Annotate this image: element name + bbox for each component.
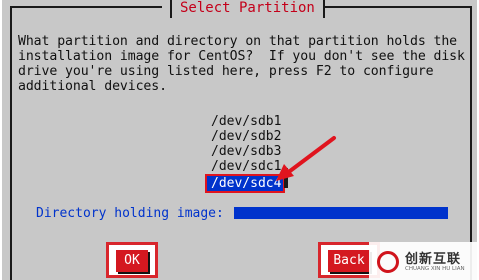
watermark-text: 创新互联	[405, 252, 462, 267]
dialog-description: What partition and directory on that par…	[18, 34, 468, 94]
directory-input[interactable]	[234, 207, 448, 219]
ok-button[interactable]: OK	[106, 242, 158, 278]
directory-label: Directory holding image:	[36, 206, 224, 221]
watermark-logo-icon	[377, 251, 399, 273]
back-button-label: Back	[328, 250, 370, 272]
dialog-frame-right	[470, 6, 472, 280]
dialog-frame-top-right	[316, 6, 472, 8]
dialog-frame-left	[10, 6, 12, 280]
select-partition-dialog: Select Partition What partition and dire…	[2, 0, 477, 280]
watermark-subtext: CHUANG XIN HU LIAN	[405, 266, 465, 272]
partition-item-sdb1[interactable]: /dev/sdb1	[207, 114, 287, 129]
description-line: additional devices.	[18, 79, 167, 94]
dialog-title: Select Partition	[170, 0, 325, 18]
ok-button-label: OK	[116, 250, 148, 272]
annotation-arrow-icon	[276, 136, 336, 181]
installer-screen: Select Partition What partition and dire…	[0, 0, 479, 280]
dialog-frame-top-left	[10, 6, 162, 8]
description-line: What partition and directory on that par…	[18, 34, 458, 49]
description-line: installation image for CentOS? If you do…	[18, 49, 465, 64]
description-line: drive you're using listed here, press F2…	[18, 64, 434, 79]
watermark: 创新互联 CHUANG XIN HU LIAN	[369, 242, 479, 280]
